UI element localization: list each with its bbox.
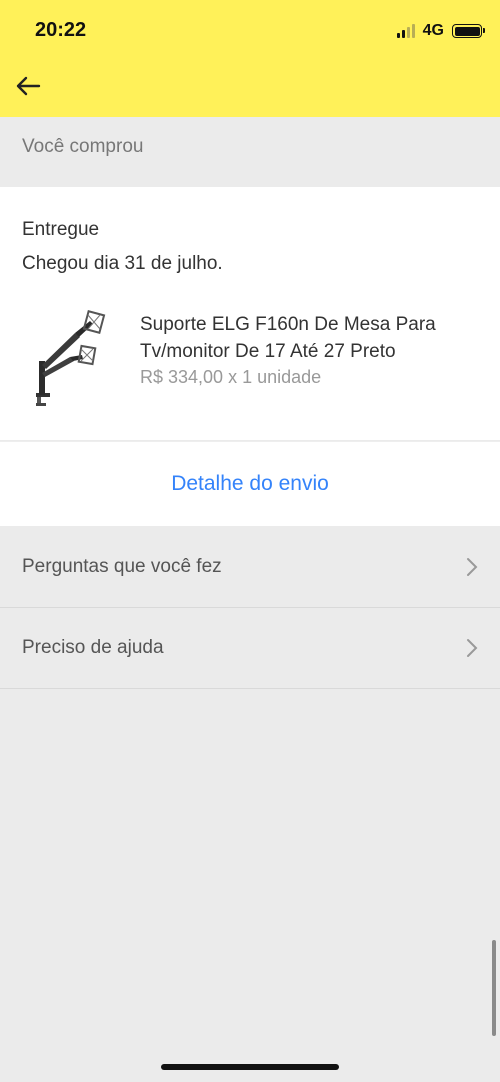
scrollbar[interactable] <box>492 940 496 1036</box>
order-card: Entregue Chegou dia 31 de julho. Suporte… <box>0 187 500 440</box>
network-label: 4G <box>422 22 444 39</box>
section-title: Você comprou <box>22 136 144 157</box>
chevron-right-icon <box>467 558 478 576</box>
app-header: 20:22 4G <box>0 0 500 117</box>
home-indicator[interactable] <box>161 1064 339 1070</box>
delivery-status: Entregue <box>22 219 100 240</box>
menu-item-label: Perguntas que você fez <box>22 556 222 577</box>
menu-item-help[interactable]: Preciso de ajuda <box>0 608 500 689</box>
monitor-arm-icon <box>36 310 106 406</box>
menu-item-label: Preciso de ajuda <box>22 637 164 658</box>
delivery-date: Chegou dia 31 de julho. <box>22 253 223 274</box>
arrow-left-icon <box>16 76 41 96</box>
product-title[interactable]: Suporte ELG F160n De Mesa Para Tv/monito… <box>140 311 480 365</box>
status-time: 20:22 <box>35 19 87 41</box>
back-button[interactable] <box>12 70 44 102</box>
product-price: R$ 334,00 x 1 unidade <box>140 367 322 387</box>
menu-item-questions[interactable]: Perguntas que você fez <box>0 527 500 608</box>
product-image[interactable] <box>20 309 110 409</box>
shipping-detail-link[interactable]: Detalhe do envio <box>0 441 500 526</box>
chevron-right-icon <box>467 639 478 657</box>
signal-icon <box>396 24 415 38</box>
status-indicators: 4G <box>396 20 485 42</box>
battery-icon <box>452 24 485 38</box>
